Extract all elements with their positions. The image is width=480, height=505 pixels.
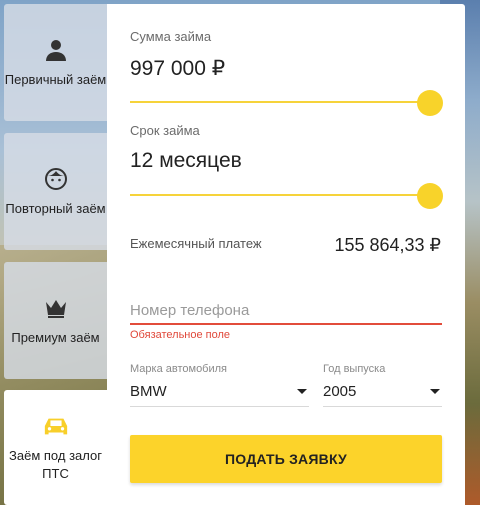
loan-calculator-panel: Сумма займа 997 000 ₽ Срок займа 12 меся… [107,4,465,505]
crown-icon [43,295,69,321]
term-label: Срок займа [130,123,200,138]
amount-slider[interactable] [130,90,443,116]
monthly-payment-label: Ежемесячный платеж [130,236,262,251]
slider-track [130,101,432,103]
car-brand-select[interactable]: BMW [130,377,309,407]
slider-thumb[interactable] [417,90,443,116]
tab-repeat-loan[interactable]: Повторный заём [4,133,107,250]
person-icon [43,37,69,63]
car-year-select[interactable]: 2005 [323,377,442,407]
tab-label: Первичный заём [4,71,107,87]
tab-premium-loan[interactable]: Премиум заём [4,262,107,379]
tab-primary-loan[interactable]: Первичный заём [4,4,107,121]
term-slider[interactable] [130,183,443,209]
car-icon [43,413,69,439]
tab-label: Повторный заём [5,200,106,216]
slider-thumb[interactable] [417,183,443,209]
tab-pts-loan[interactable]: Заём под залог ПТС [4,390,107,505]
amount-label: Сумма займа [130,29,212,44]
tab-label: Премиум заём [11,329,100,345]
phone-input[interactable] [130,297,442,325]
car-brand-value: BMW [130,383,167,400]
term-value: 12 месяцев [130,149,242,172]
chevron-down-icon [297,389,307,394]
car-year-label: Год выпуска [323,363,386,375]
monthly-payment-value: 155 864,33 ₽ [334,235,441,255]
car-brand-label: Марка автомобиля [130,363,228,375]
submit-application-button[interactable]: ПОДАТЬ ЗАЯВКУ [130,435,442,483]
loan-type-tabs: Первичный заём Повторный заём Премиум за… [0,0,107,505]
face-icon [43,166,69,192]
chevron-down-icon [430,389,440,394]
tab-label: Заём под залог ПТС [9,447,102,481]
amount-value: 997 000 ₽ [130,57,226,80]
phone-error-message: Обязательное поле [130,329,231,341]
car-year-value: 2005 [323,383,357,400]
slider-track [130,194,432,196]
